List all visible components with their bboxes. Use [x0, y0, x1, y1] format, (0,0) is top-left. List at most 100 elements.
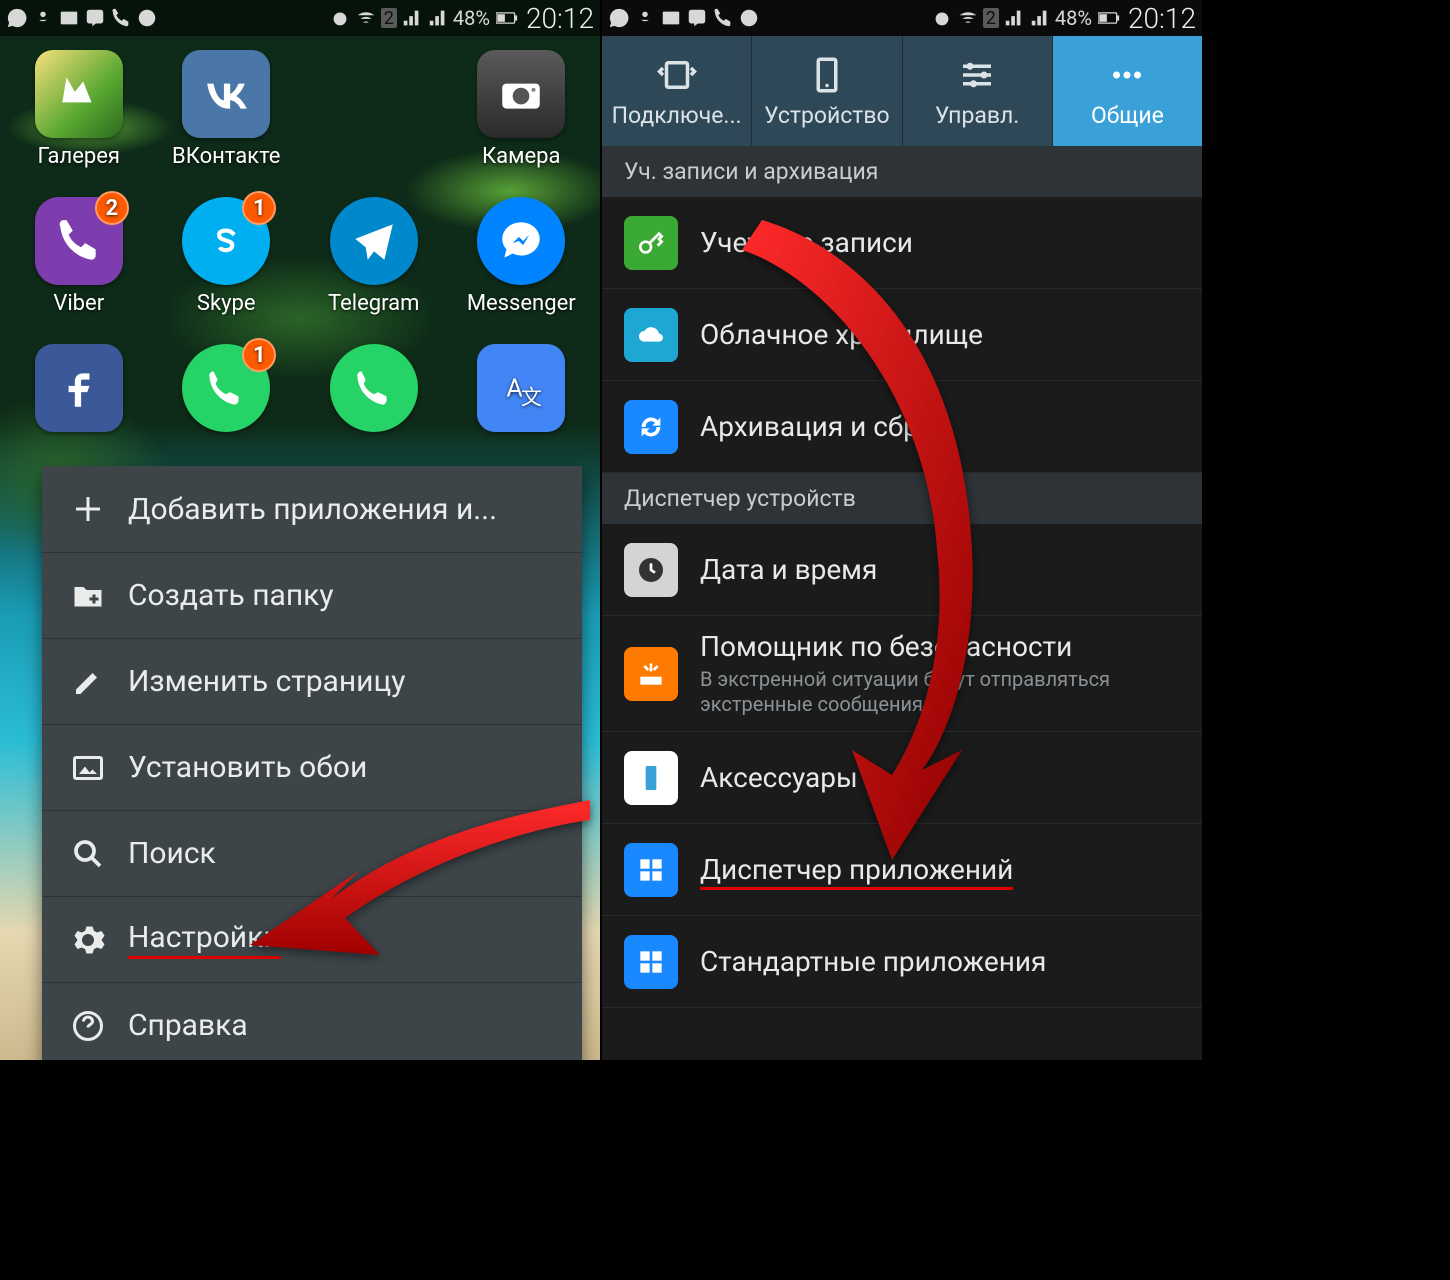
grid-icon — [624, 935, 678, 989]
section-header-device-manager: Диспетчер устройств — [602, 473, 1202, 524]
image-icon — [70, 750, 106, 786]
alarm-icon — [329, 7, 351, 29]
signal-2-icon — [427, 7, 449, 29]
item-cloud-storage[interactable]: Облачное хранилище — [602, 289, 1202, 381]
settings-tabs: Подключе... Устройство Управл. Общие — [602, 36, 1202, 146]
viber-icon: 2 — [35, 197, 123, 285]
tab-label: Общие — [1091, 102, 1164, 129]
app-telegram[interactable]: Telegram — [303, 197, 445, 316]
app-translate[interactable]: A文 — [451, 344, 593, 432]
refresh-icon — [624, 400, 678, 454]
item-safety-assistant[interactable]: Помощник по безопасности В экстренной си… — [602, 616, 1202, 732]
tab-connections[interactable]: Подключе... — [602, 36, 752, 146]
wifi-icon — [957, 7, 979, 29]
telegram-icon — [330, 197, 418, 285]
app-whatsapp-2[interactable] — [303, 344, 445, 432]
app-facebook[interactable] — [8, 344, 150, 432]
vk-icon — [182, 50, 270, 138]
menu-set-wallpaper[interactable]: Установить обои — [42, 724, 582, 810]
more-icon — [1106, 54, 1148, 96]
app-gallery[interactable]: Галерея — [8, 50, 150, 169]
device-icon — [806, 54, 848, 96]
section-header-accounts: Уч. записи и архивация — [602, 146, 1202, 197]
clock: 20:12 — [1128, 2, 1196, 35]
app-whatsapp-1[interactable]: 1 — [156, 344, 298, 432]
skype-icon: 1 — [182, 197, 270, 285]
menu-help[interactable]: Справка — [42, 982, 582, 1060]
grid-icon — [624, 843, 678, 897]
status-bar: 2 48% 20:12 — [0, 0, 600, 36]
image-icon — [660, 7, 682, 29]
app-label: Skype — [197, 291, 256, 316]
item-date-time[interactable]: Дата и время — [602, 524, 1202, 616]
menu-label: Настройки — [128, 920, 281, 959]
odnoklassniki-icon — [32, 7, 54, 29]
menu-label: Установить обои — [128, 750, 367, 785]
item-app-manager[interactable]: Диспетчер приложений — [602, 824, 1202, 916]
badge: 2 — [95, 191, 129, 225]
clock: 20:12 — [526, 2, 594, 35]
menu-label: Изменить страницу — [128, 664, 405, 699]
item-accounts[interactable]: Учетные записи — [602, 197, 1202, 289]
edge-icon — [738, 7, 760, 29]
alarm-icon — [931, 7, 953, 29]
sim-indicator: 2 — [381, 8, 397, 28]
status-bar: 2 48% 20:12 — [602, 0, 1202, 36]
whatsapp-icon — [608, 7, 630, 29]
item-label: Учетные записи — [700, 226, 913, 259]
tab-device[interactable]: Устройство — [752, 36, 902, 146]
settings-list[interactable]: Уч. записи и архивация Учетные записи Об… — [602, 146, 1202, 1008]
facebook-icon — [35, 344, 123, 432]
app-skype[interactable]: 1 Skype — [156, 197, 298, 316]
app-messenger[interactable]: Messenger — [451, 197, 593, 316]
item-backup-reset[interactable]: Архивация и сброс — [602, 381, 1202, 473]
app-label: Камера — [482, 144, 560, 169]
viber-call-icon — [712, 7, 734, 29]
app-grid: Галерея ВКонтакте Камера 2 Viber 1 — [0, 36, 600, 432]
menu-edit-page[interactable]: Изменить страницу — [42, 638, 582, 724]
search-icon — [70, 836, 106, 872]
tab-label: Подключе... — [612, 102, 742, 129]
status-icons-left — [608, 7, 760, 29]
menu-create-folder[interactable]: Создать папку — [42, 552, 582, 638]
menu-label: Справка — [128, 1008, 248, 1043]
clock-icon — [624, 543, 678, 597]
sim-indicator: 2 — [983, 8, 999, 28]
menu-settings[interactable]: Настройки — [42, 896, 582, 982]
camera-icon — [477, 50, 565, 138]
item-accessories[interactable]: Аксессуары — [602, 732, 1202, 824]
messenger-icon — [477, 197, 565, 285]
menu-label: Поиск — [128, 836, 216, 871]
app-label: Telegram — [328, 291, 419, 316]
app-vk[interactable]: ВКонтакте — [156, 50, 298, 169]
app-label: Viber — [53, 291, 104, 316]
tab-controls[interactable]: Управл. — [903, 36, 1053, 146]
badge: 1 — [242, 191, 276, 225]
item-label: Облачное хранилище — [700, 318, 983, 351]
tab-label: Управл. — [935, 102, 1020, 129]
folder-plus-icon — [70, 578, 106, 614]
wifi-icon — [355, 7, 377, 29]
whatsapp-icon: 1 — [182, 344, 270, 432]
badge: 1 — [242, 338, 276, 372]
connections-icon — [656, 54, 698, 96]
sliders-icon — [956, 54, 998, 96]
menu-add-apps[interactable]: Добавить приложения и... — [42, 466, 582, 552]
viber-status-icon — [84, 7, 106, 29]
app-label: Messenger — [467, 291, 576, 316]
app-camera[interactable]: Камера — [451, 50, 593, 169]
image-icon — [58, 7, 80, 29]
item-default-apps[interactable]: Стандартные приложения — [602, 916, 1202, 1008]
app-viber[interactable]: 2 Viber — [8, 197, 150, 316]
item-label: Стандартные приложения — [700, 945, 1046, 978]
pencil-icon — [70, 664, 106, 700]
plus-icon — [70, 491, 106, 527]
status-icons-right: 2 48% 20:12 — [931, 2, 1196, 35]
menu-search[interactable]: Поиск — [42, 810, 582, 896]
viber-status-icon — [686, 7, 708, 29]
phone-icon — [624, 751, 678, 805]
tab-general[interactable]: Общие — [1053, 36, 1202, 146]
battery-percent: 48% — [453, 6, 490, 30]
whatsapp-icon — [330, 344, 418, 432]
settings-screen: 2 48% 20:12 Подключе... Устройство Управ… — [602, 0, 1202, 1060]
